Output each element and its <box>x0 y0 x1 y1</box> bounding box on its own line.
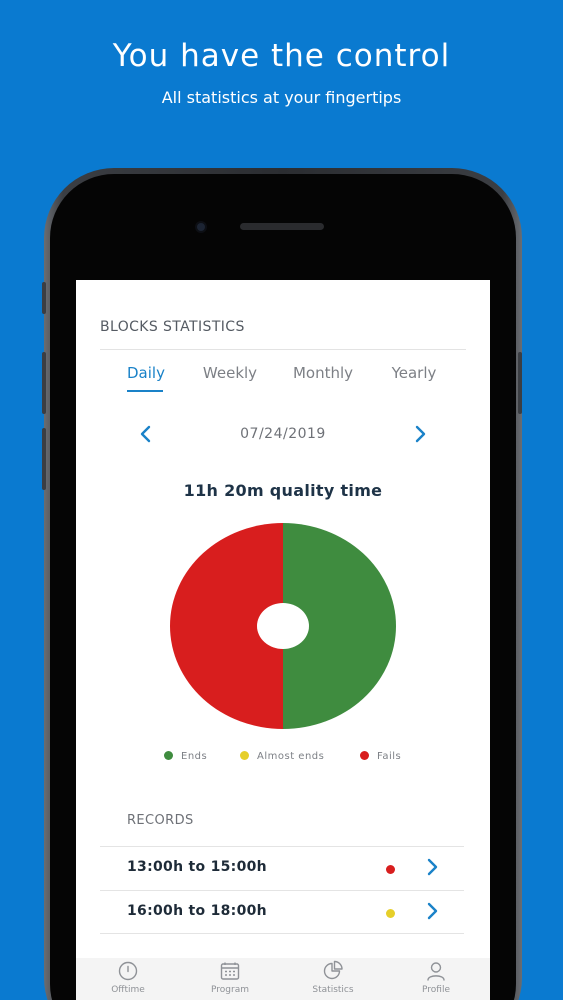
phone-side-button <box>42 282 46 314</box>
user-icon <box>427 962 445 981</box>
tabbar-label: Profile <box>422 985 450 995</box>
legend-item-ends: Ends <box>164 751 207 762</box>
donut-hole <box>257 603 309 649</box>
tab-monthly[interactable]: Monthly <box>290 364 356 382</box>
tab-daily[interactable]: Daily <box>127 364 165 382</box>
chevron-right-icon[interactable] <box>424 899 442 928</box>
section-title: BLOCKS STATISTICS <box>100 319 245 335</box>
tabbar-label: Program <box>211 985 249 995</box>
legend-dot-almost-ends <box>240 751 249 760</box>
tabbar-item-profile[interactable]: Profile <box>396 958 476 995</box>
legend-dot-ends <box>164 751 173 760</box>
hero-title: You have the control <box>112 38 451 74</box>
front-camera <box>195 221 207 233</box>
record-time: 13:00h to 15:00h <box>127 859 267 875</box>
record-row[interactable]: 16:00h to 18:00h <box>100 890 464 934</box>
legend-label-fails: Fails <box>377 751 402 762</box>
divider <box>100 349 466 350</box>
records-title: RECORDS <box>127 813 194 828</box>
legend-dot-fails <box>360 751 369 760</box>
chevron-right-icon[interactable] <box>424 855 442 884</box>
phone-volume-down <box>42 428 46 490</box>
calendar-icon <box>220 962 240 980</box>
tabbar-label: Statistics <box>312 985 354 995</box>
chart-legend: Ends Almost ends Fails <box>76 751 490 767</box>
quality-time: 11h 20m quality time <box>183 481 383 500</box>
phone-volume-up <box>42 352 46 414</box>
speaker-grille <box>240 223 324 230</box>
tab-weekly[interactable]: Weekly <box>200 364 260 382</box>
legend-item-fails: Fails <box>360 751 401 762</box>
phone-power-button <box>518 352 522 414</box>
hero-subtitle: All statistics at your fingertips <box>161 88 402 107</box>
legend-label-almost-ends: Almost ends <box>257 751 325 762</box>
tabbar-item-program[interactable]: Program <box>190 958 270 995</box>
chevron-right-icon[interactable] <box>408 422 432 446</box>
bottom-tab-bar: Offtime Program Statistics Profile <box>76 958 490 1000</box>
tab-active-underline <box>127 390 163 392</box>
tab-yearly[interactable]: Yearly <box>388 364 440 382</box>
clock-icon <box>118 961 138 981</box>
record-status-dot <box>386 865 395 874</box>
app-screen: BLOCKS STATISTICS Daily Weekly Monthly Y… <box>76 280 490 1000</box>
pie-chart <box>170 523 396 729</box>
tabbar-item-statistics[interactable]: Statistics <box>293 958 373 995</box>
period-tabs: Daily Weekly Monthly Yearly <box>76 364 490 394</box>
record-status-dot <box>386 909 395 918</box>
legend-item-almost-ends: Almost ends <box>240 751 324 762</box>
tabbar-item-offtime[interactable]: Offtime <box>88 958 168 995</box>
legend-label-ends: Ends <box>181 751 208 762</box>
tabbar-label: Offtime <box>111 985 145 995</box>
record-row[interactable]: 13:00h to 15:00h <box>100 846 464 890</box>
record-time: 16:00h to 18:00h <box>127 903 267 919</box>
date-navigator: 07/24/2019 <box>76 420 490 450</box>
pie-chart-icon <box>323 960 343 980</box>
